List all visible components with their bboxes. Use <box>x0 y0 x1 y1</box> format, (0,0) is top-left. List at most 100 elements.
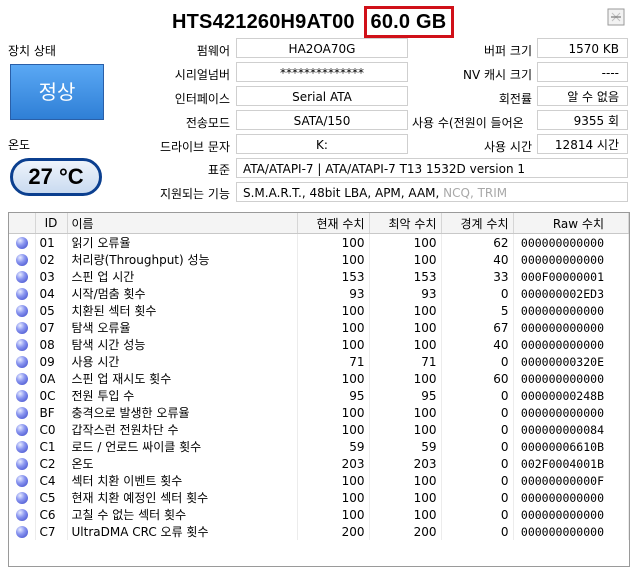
attr-raw: 00000000248B <box>513 387 629 404</box>
table-row[interactable]: 07 탐색 오류율 100 100 67 000000000000 <box>9 319 629 336</box>
attr-threshold: 0 <box>441 506 514 523</box>
attr-threshold: 0 <box>441 404 514 421</box>
status-good-icon <box>15 356 28 368</box>
attr-name: 치환된 섹터 횟수 <box>67 302 298 319</box>
column-name[interactable]: 이름 <box>67 213 298 234</box>
table-row[interactable]: 01 읽기 오류율 100 100 62 000000000000 <box>9 233 629 251</box>
status-dot-cell <box>9 438 36 455</box>
table-row[interactable]: 04 시작/멈춤 횟수 93 93 0 000000002ED3 <box>9 285 629 302</box>
status-good-icon <box>15 288 28 300</box>
attr-name: 갑작스런 전원차단 수 <box>67 421 298 438</box>
serial-field: ************** <box>236 62 408 82</box>
table-row[interactable]: 09 사용 시간 71 71 0 00000000320E <box>9 353 629 370</box>
drive-letter-field: K: <box>236 134 408 154</box>
attr-raw: 000000000000 <box>513 233 629 251</box>
attr-id: 05 <box>35 302 68 319</box>
firmware-label: 펌웨어 <box>196 44 230 58</box>
status-dot-cell <box>9 472 36 489</box>
power-on-count-label: 사용 수(전원이 들어온 <box>412 116 524 130</box>
attr-current: 100 <box>297 421 370 438</box>
attr-id: C6 <box>35 506 68 523</box>
table-row[interactable]: C7 UltraDMA CRC 오류 횟수 200 200 0 000000000000 <box>9 523 629 540</box>
features-field: S.M.A.R.T., 48bit LBA, APM, AAM, NCQ, TR… <box>236 182 628 202</box>
status-dot-cell <box>9 302 36 319</box>
drive-title: HTS421260H9AT00 60.0 GB <box>172 6 455 38</box>
attr-worst: 100 <box>369 319 442 336</box>
attr-raw: 000000000000 <box>513 523 629 540</box>
table-row[interactable]: C1 로드 / 언로드 싸이클 횟수 59 59 0 00000006610B <box>9 438 629 455</box>
status-good-icon <box>15 492 28 504</box>
table-row[interactable]: BF 충격으로 발생한 오류율 100 100 0 000000000000 <box>9 404 629 421</box>
attr-id: C2 <box>35 455 68 472</box>
status-dot-cell <box>9 251 36 268</box>
status-good-icon <box>15 407 28 419</box>
attr-worst: 100 <box>369 370 442 387</box>
attr-name: 탐색 시간 성능 <box>67 336 298 353</box>
standard-label: 표준 <box>207 163 230 177</box>
attr-worst: 71 <box>369 353 442 370</box>
temperature-value: 27 °C <box>10 158 102 196</box>
rotation-label: 회전률 <box>498 92 532 106</box>
interface-label: 인터페이스 <box>174 92 230 106</box>
attr-threshold: 0 <box>441 285 514 302</box>
column-worst[interactable]: 최악 수치 <box>369 213 442 234</box>
features-supported: S.M.A.R.T., 48bit LBA, APM, AAM, <box>243 186 444 200</box>
table-row[interactable]: 0C 전원 투입 수 95 95 0 00000000248B <box>9 387 629 404</box>
table-row[interactable]: 05 치환된 섹터 횟수 100 100 5 000000000000 <box>9 302 629 319</box>
attr-worst: 59 <box>369 438 442 455</box>
attr-raw: 000000002ED3 <box>513 285 629 302</box>
temperature-label: 온도 <box>8 138 31 152</box>
smart-attribute-table[interactable]: ID 이름 현재 수치 최악 수치 경계 수치 Raw 수치 01 읽기 오류율 1… <box>8 212 630 567</box>
status-good-icon <box>15 475 28 487</box>
power-on-hours-field: 12814 시간 <box>537 134 628 154</box>
table-row[interactable]: 02 처리량(Throughput) 성능 100 100 40 000000000000 <box>9 251 629 268</box>
attr-threshold: 0 <box>441 455 514 472</box>
attr-raw: 000000000000 <box>513 319 629 336</box>
status-dot-cell <box>9 506 36 523</box>
attr-raw: 000000000000 <box>513 489 629 506</box>
attr-raw: 000000000000 <box>513 370 629 387</box>
attr-raw: 002F0004001B <box>513 455 629 472</box>
drive-letter-label: 드라이브 문자 <box>159 140 230 154</box>
table-row[interactable]: C4 섹터 치환 이벤트 횟수 100 100 0 00000000000F <box>9 472 629 489</box>
health-status-button[interactable]: 정상 <box>10 64 104 120</box>
status-dot-cell <box>9 387 36 404</box>
column-raw[interactable]: Raw 수치 <box>513 213 629 234</box>
table-row[interactable]: C6 고칠 수 없는 섹터 횟수 100 100 0 000000000000 <box>9 506 629 523</box>
status-label: 장치 상태 <box>8 44 56 58</box>
status-good-icon <box>15 254 28 266</box>
transfer-mode-label: 전송모드 <box>185 116 230 130</box>
attr-current: 100 <box>297 319 370 336</box>
column-status[interactable] <box>9 213 36 234</box>
attr-raw: 000000000000 <box>513 302 629 319</box>
refresh-icon[interactable] <box>607 8 625 26</box>
table-row[interactable]: C5 현재 치환 예정인 섹터 횟수 100 100 0 000000000000 <box>9 489 629 506</box>
column-current[interactable]: 현재 수치 <box>297 213 370 234</box>
table-row[interactable]: 0A 스핀 업 재시도 횟수 100 100 60 000000000000 <box>9 370 629 387</box>
attr-raw: 000000000000 <box>513 251 629 268</box>
table-row[interactable]: C0 갑작스런 전원차단 수 100 100 0 000000000084 <box>9 421 629 438</box>
attr-id: 08 <box>35 336 68 353</box>
attr-id: 0C <box>35 387 68 404</box>
attr-current: 100 <box>297 404 370 421</box>
column-threshold[interactable]: 경계 수치 <box>441 213 514 234</box>
attr-name: 전원 투입 수 <box>67 387 298 404</box>
attr-name: 로드 / 언로드 싸이클 횟수 <box>67 438 298 455</box>
attr-name: 현재 치환 예정인 섹터 횟수 <box>67 489 298 506</box>
attr-id: 0A <box>35 370 68 387</box>
status-dot-cell <box>9 370 36 387</box>
table-row[interactable]: C2 온도 203 203 0 002F0004001B <box>9 455 629 472</box>
attr-threshold: 0 <box>441 523 514 540</box>
status-good-icon <box>15 322 28 334</box>
status-good-icon <box>15 526 28 538</box>
attr-worst: 153 <box>369 268 442 285</box>
attr-id: 07 <box>35 319 68 336</box>
status-dot-cell <box>9 233 36 251</box>
status-dot-cell <box>9 489 36 506</box>
table-row[interactable]: 08 탐색 시간 성능 100 100 40 000000000000 <box>9 336 629 353</box>
attr-worst: 200 <box>369 523 442 540</box>
attr-current: 71 <box>297 353 370 370</box>
column-id[interactable]: ID <box>35 213 68 234</box>
status-good-icon <box>15 441 28 453</box>
table-row[interactable]: 03 스핀 업 시간 153 153 33 000F00000001 <box>9 268 629 285</box>
